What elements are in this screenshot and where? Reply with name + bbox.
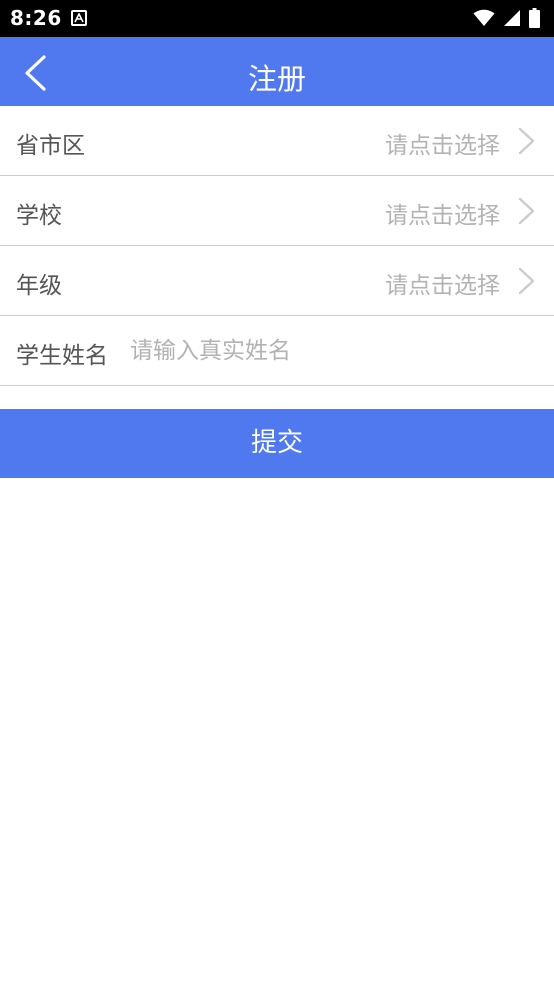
student-name-label: 学生姓名 (16, 343, 108, 369)
school-row[interactable]: 学校 请点击选择 (0, 176, 554, 246)
registration-form: 省市区 请点击选择 学校 请点击选择 年级 请点击选择 学生姓名 (0, 106, 554, 386)
region-label: 省市区 (16, 133, 85, 159)
status-time: 8:26 (10, 6, 62, 30)
student-name-row: 学生姓名 (0, 316, 554, 386)
school-label: 学校 (16, 203, 62, 229)
chevron-right-icon (518, 197, 535, 225)
region-value: 请点击选择 (385, 133, 500, 159)
grade-label: 年级 (16, 273, 62, 299)
app-bar: 注册 (0, 37, 554, 106)
text-a-icon (71, 10, 87, 26)
cellular-signal-icon (504, 10, 520, 26)
status-bar: 8:26 (0, 0, 554, 37)
battery-icon (529, 8, 540, 28)
chevron-right-icon (518, 267, 535, 295)
submit-button[interactable]: 提交 (0, 409, 554, 478)
grade-row[interactable]: 年级 请点击选择 (0, 246, 554, 316)
status-icons (473, 8, 540, 28)
page-title: 注册 (247, 62, 306, 96)
region-row[interactable]: 省市区 请点击选择 (0, 106, 554, 176)
grade-value: 请点击选择 (385, 273, 500, 299)
school-value: 请点击选择 (385, 203, 500, 229)
wifi-icon (473, 9, 495, 26)
student-name-input[interactable] (130, 330, 530, 372)
chevron-right-icon (518, 127, 535, 155)
